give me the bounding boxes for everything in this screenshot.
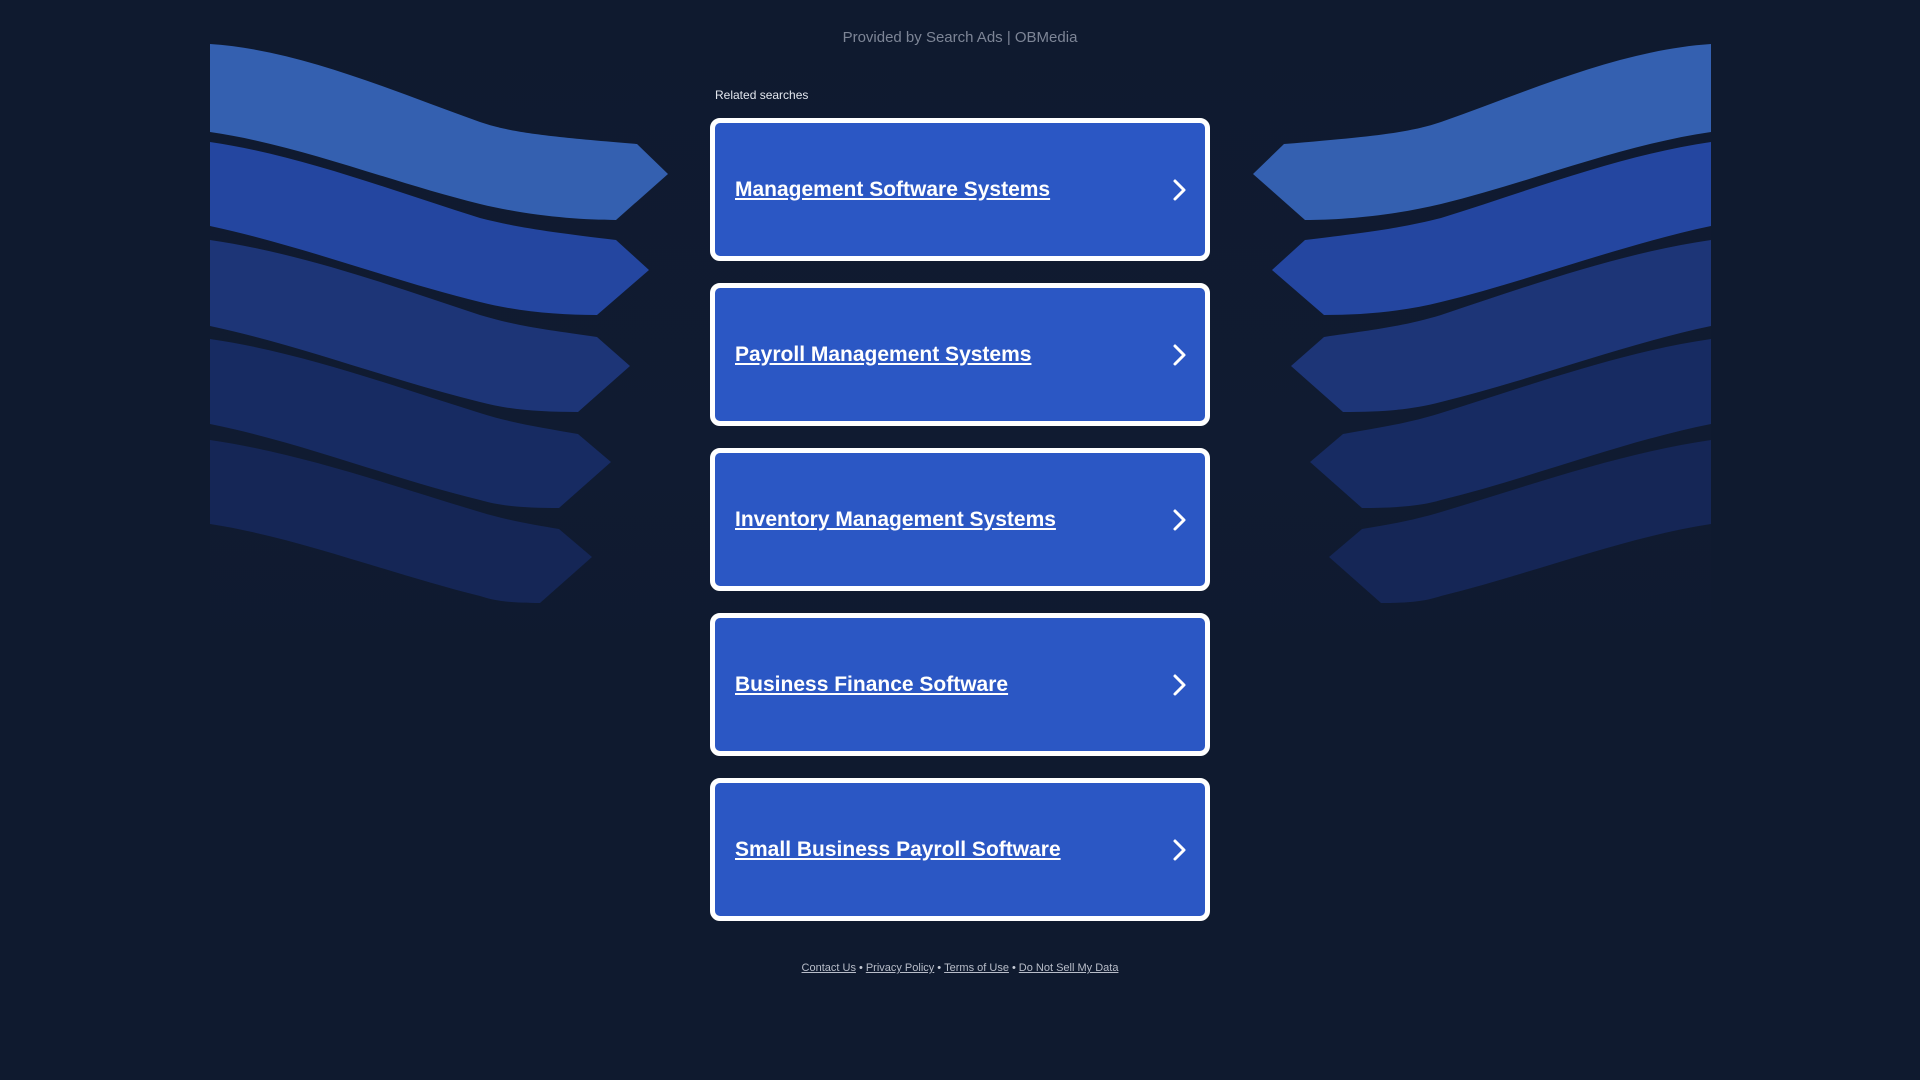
- related-search-link-business-finance-software[interactable]: Business Finance Software: [710, 613, 1210, 756]
- footer-links: Contact Us • Privacy Policy • Terms of Use • D…: [0, 962, 1920, 974]
- decorative-waves-left: [210, 44, 668, 603]
- chevron-right-icon: [1169, 671, 1191, 699]
- footer-separator: •: [1011, 962, 1016, 974]
- terms-of-use-link[interactable]: Terms of Use: [944, 962, 1009, 974]
- related-search-link-label[interactable]: Management Software Systems: [735, 178, 1050, 202]
- footer-separator: •: [858, 962, 863, 974]
- related-search-link-inventory-management-systems[interactable]: Inventory Management Systems: [710, 448, 1210, 591]
- footer-separator: •: [937, 962, 942, 974]
- chevron-right-icon: [1169, 176, 1191, 204]
- related-search-link-label[interactable]: Payroll Management Systems: [735, 343, 1031, 367]
- provider-text: Provided by Search Ads | OBMedia: [842, 29, 1078, 46]
- chevron-right-icon: [1169, 341, 1191, 369]
- related-searches-list: Management Software Systems Payroll Mana…: [710, 118, 1210, 943]
- related-search-link-management-software-systems[interactable]: Management Software Systems: [710, 118, 1210, 261]
- related-search-link-payroll-management-systems[interactable]: Payroll Management Systems: [710, 283, 1210, 426]
- related-searches-label: Related searches: [715, 88, 809, 102]
- related-search-link-label[interactable]: Business Finance Software: [735, 673, 1008, 697]
- chevron-right-icon: [1169, 836, 1191, 864]
- decorative-waves-right: [1253, 44, 1711, 603]
- contact-us-link[interactable]: Contact Us: [802, 962, 856, 974]
- related-search-link-label[interactable]: Small Business Payroll Software: [735, 838, 1061, 862]
- related-search-link-small-business-payroll-software[interactable]: Small Business Payroll Software: [710, 778, 1210, 921]
- page: Provided by Search Ads | OBMedia Related…: [0, 0, 1920, 1080]
- chevron-right-icon: [1169, 506, 1191, 534]
- do-not-sell-my-data-link[interactable]: Do Not Sell My Data: [1019, 962, 1119, 974]
- privacy-policy-link[interactable]: Privacy Policy: [866, 962, 934, 974]
- related-search-link-label[interactable]: Inventory Management Systems: [735, 508, 1056, 532]
